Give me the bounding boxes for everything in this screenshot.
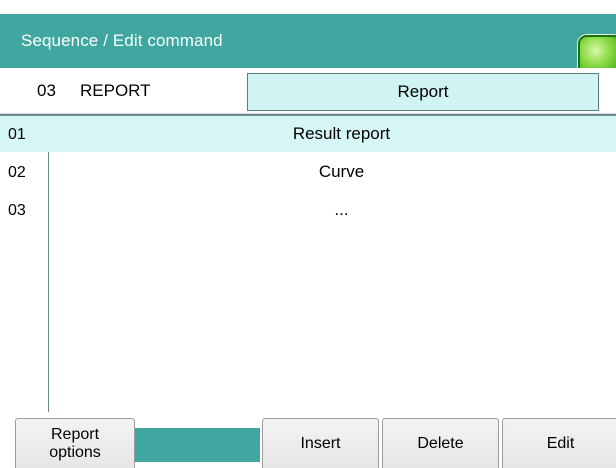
list-item[interactable]: 01 Result report bbox=[0, 116, 616, 152]
list-item-index: 01 bbox=[8, 126, 26, 143]
list-item-label: ... bbox=[334, 200, 349, 219]
function-key-bar: Report options Insert Delete Edit bbox=[0, 412, 616, 468]
page-title: Sequence / Edit command bbox=[21, 31, 223, 50]
list-item-label: Result report bbox=[292, 124, 391, 143]
insert-label: Insert bbox=[300, 434, 341, 452]
edit-button[interactable]: Edit bbox=[502, 418, 616, 468]
delete-label: Delete bbox=[417, 434, 464, 452]
report-list: 01 Result report 02 Curve 03 ... bbox=[0, 114, 616, 413]
report-options-button[interactable]: Report options bbox=[15, 418, 135, 468]
list-item-index: 02 bbox=[8, 164, 26, 181]
command-type-field[interactable]: Report bbox=[247, 73, 599, 111]
report-options-label: Report options bbox=[49, 425, 101, 461]
function-key-strip bbox=[134, 428, 260, 462]
edit-label: Edit bbox=[546, 434, 575, 452]
list-item-index: 03 bbox=[8, 202, 26, 219]
list-item-label: Curve bbox=[318, 162, 365, 181]
screen: Sequence / Edit command 03 REPORT Report… bbox=[0, 0, 616, 468]
command-name: REPORT bbox=[80, 81, 151, 100]
title-bar: Sequence / Edit command bbox=[0, 14, 616, 79]
command-number: 03 bbox=[37, 81, 56, 100]
delete-button[interactable]: Delete bbox=[382, 418, 499, 468]
insert-button[interactable]: Insert bbox=[262, 418, 379, 468]
list-item[interactable]: 02 Curve bbox=[0, 154, 616, 190]
list-item[interactable]: 03 ... bbox=[0, 192, 616, 228]
